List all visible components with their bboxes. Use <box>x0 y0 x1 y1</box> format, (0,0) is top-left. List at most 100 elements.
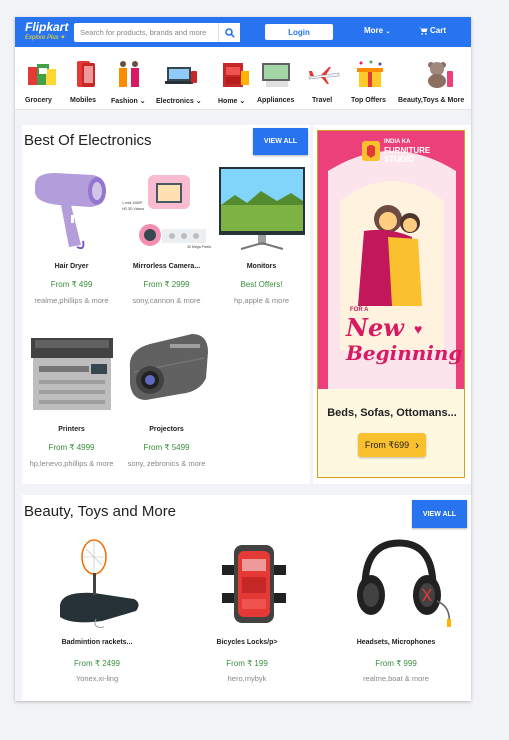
view-all-button[interactable]: VIEW ALL <box>412 500 467 528</box>
product-name: Headsets, Microphones <box>356 639 436 646</box>
login-button[interactable]: Login <box>265 24 333 40</box>
category-fashion[interactable]: Fashion ⌄ <box>110 47 150 109</box>
product-price: Best Offers! <box>240 280 283 289</box>
camera-badge: 1 mini 1080P <box>122 201 143 205</box>
category-home[interactable]: Home ⌄ <box>217 47 251 109</box>
product-name: Badmintion rackets... <box>61 639 133 646</box>
ad-brand-line: FURNITURE <box>384 146 431 155</box>
category-strip: Grocery Mobiles Fashion ⌄ Electronics ⌄ … <box>15 47 471 110</box>
cart-button[interactable]: Cart <box>419 26 446 35</box>
product-card-badminton[interactable]: Badmintion rackets... From ₹ 2499 Yonex,… <box>32 537 162 684</box>
product-card-monitor[interactable]: Monitors Best Offers! hp,apple & more <box>215 165 308 306</box>
product-name: Printers <box>58 426 85 433</box>
category-electronics[interactable]: Electronics ⌄ <box>155 47 207 109</box>
ad-price: From ₹699 <box>364 439 410 450</box>
category-travel[interactable]: Travel <box>307 47 341 109</box>
product-card-camera[interactable]: 1 mini 1080P HD 3D Videos 32 Mega Pixels… <box>120 165 213 306</box>
product-price: From ₹ 2499 <box>74 659 120 668</box>
search-button[interactable] <box>218 23 240 42</box>
monitor-image <box>219 167 305 250</box>
mobile-icon <box>77 61 95 87</box>
ad-brand: INDIA KA FURNITURE STUDIO <box>384 139 430 164</box>
category-mobiles[interactable]: Mobiles <box>67 47 101 109</box>
product-card-headset[interactable]: Headsets, Microphones From ₹ 999 realme,… <box>331 537 461 684</box>
product-card-bicycle-lock[interactable]: Bicycles Locks/p> From ₹ 199 hero,mybyk <box>182 537 312 684</box>
cart-icon <box>419 27 428 35</box>
product-card-printer[interactable]: Printers From ₹ 4999 hp,lenevo,phillips … <box>25 328 118 469</box>
home-icon <box>223 63 249 87</box>
category-appliances[interactable]: Appliances <box>256 47 300 109</box>
category-label: Grocery <box>25 97 52 104</box>
category-label: Home <box>218 98 238 105</box>
plus-icon: ✦ <box>60 35 66 41</box>
view-all-button[interactable]: VIEW ALL <box>253 128 308 155</box>
chevron-right-icon: › <box>415 438 420 452</box>
product-price: From ₹ 5499 <box>143 443 190 452</box>
category-label: Mobiles <box>70 97 97 104</box>
printer-image <box>31 338 113 410</box>
category-label: Fashion <box>111 98 138 105</box>
grocery-icon <box>28 64 56 85</box>
electronics-section: Best Of Electronics VIEW ALL Hair Dryer … <box>22 125 310 484</box>
chevron-down-icon: ⌄ <box>385 29 391 35</box>
category-beauty-toys[interactable]: Beauty,Toys & More <box>397 47 471 109</box>
ad-background-art <box>318 131 464 477</box>
ad-price-button[interactable]: From ₹699 › <box>358 433 426 457</box>
ad-headline-word1: New <box>346 313 404 342</box>
product-card-hair-dryer[interactable]: Hair Dryer From ₹ 499 realme,phillips & … <box>25 165 118 306</box>
more-label: More <box>364 26 384 35</box>
product-price: From ₹ 999 <box>375 659 417 668</box>
toys-icon <box>428 62 453 88</box>
projector-image <box>129 334 208 400</box>
logo-subtext: Explore Plus <box>25 35 59 41</box>
product-brands: hero,mybyk <box>227 674 267 683</box>
search-icon <box>224 27 235 38</box>
heart-icon: ♥ <box>414 321 423 337</box>
product-name: Hair Dryer <box>54 263 89 270</box>
furniture-ad-banner: INDIA KA FURNITURE STUDIO FOR A New ♥ Be… <box>317 130 465 478</box>
ad-brand-line: STUDIO <box>384 155 415 164</box>
product-name: Projectors <box>149 426 184 433</box>
flipkart-page: Flipkart Explore Plus ✦ Login More ⌄ Car… <box>15 17 471 701</box>
fashion-icon <box>119 61 139 87</box>
headset-image <box>357 539 451 627</box>
product-brands: realme,boat & more <box>363 674 429 683</box>
search-input[interactable] <box>74 23 218 42</box>
product-brands: Yonex,xi-ling <box>75 674 119 683</box>
bicycle-light-image <box>222 545 286 623</box>
product-brands: sony, zebronics & more <box>127 459 206 468</box>
hair-dryer-image <box>35 173 106 250</box>
category-label: Travel <box>312 97 333 104</box>
product-price: From ₹ 2999 <box>143 280 190 289</box>
product-price: From ₹ 499 <box>50 280 93 289</box>
category-label: Appliances <box>257 97 295 104</box>
appliances-icon <box>262 63 290 87</box>
product-brands: sony,cannon & more <box>132 296 201 305</box>
product-brands: hp,apple & more <box>233 296 290 305</box>
chevron-down-icon: ⌄ <box>239 98 246 105</box>
category-label: Beauty,Toys & More <box>398 97 465 104</box>
product-card-projector[interactable]: Projectors From ₹ 5499 sony, zebronics &… <box>120 328 213 469</box>
flipkart-logo[interactable]: Flipkart Explore Plus ✦ <box>25 21 68 42</box>
logo-text: Flipkart <box>25 20 69 34</box>
product-brands: realme,phillips & more <box>34 296 109 305</box>
furniture-ad-panel[interactable]: INDIA KA FURNITURE STUDIO FOR A New ♥ Be… <box>313 125 471 484</box>
electronics-icon <box>165 67 197 84</box>
cart-label: Cart <box>430 26 447 35</box>
camera-badge: 32 Mega Pixels <box>187 245 211 249</box>
more-menu[interactable]: More ⌄ <box>364 26 390 35</box>
product-price: From ₹ 4999 <box>48 443 95 452</box>
camera-badge: HD 3D Videos <box>122 207 145 211</box>
chevron-down-icon: ⌄ <box>139 98 146 105</box>
category-label: Top Offers <box>351 97 386 104</box>
header-bar: Flipkart Explore Plus ✦ Login More ⌄ Car… <box>15 17 471 47</box>
ad-products: Beds, Sofas, Ottomans... <box>327 407 457 419</box>
beauty-toys-section: Beauty, Toys and More VIEW ALL Badmintio… <box>22 495 471 701</box>
airplane-icon <box>308 67 340 84</box>
category-top-offers[interactable]: Top Offers <box>349 47 391 109</box>
section-title: Best Of Electronics <box>24 132 152 149</box>
category-grocery[interactable]: Grocery <box>23 47 59 109</box>
ad-headline-word2: Beginning <box>346 341 463 365</box>
offers-icon <box>357 60 383 87</box>
product-brands: hp,lenevo,phillips & more <box>29 459 114 468</box>
